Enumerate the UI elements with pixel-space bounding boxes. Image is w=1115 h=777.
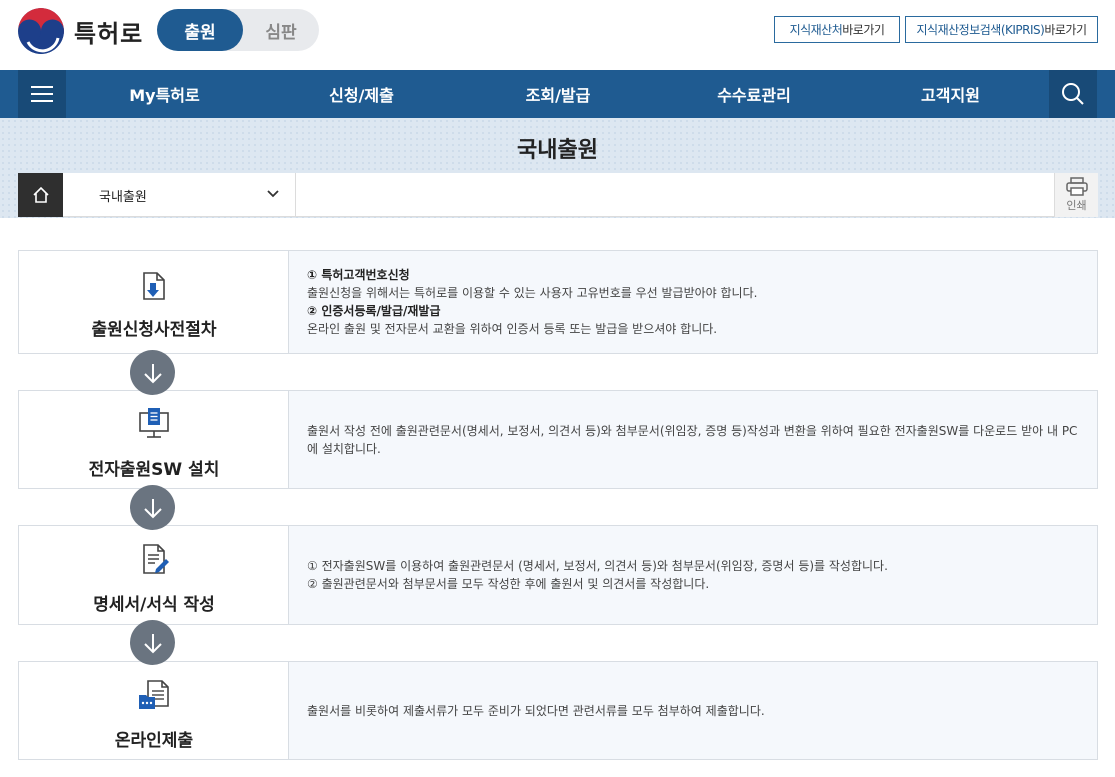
- step-line: 온라인 출원 및 전자문서 교환을 위하여 인증서 등록 또는 발급을 받으셔야…: [307, 322, 718, 336]
- step-description: 출원서를 비롯하여 제출서류가 모두 준비가 되었다면 관련서류를 모두 첨부하…: [289, 662, 1097, 759]
- step-card-pre-procedure: 출원신청사전절차 ① 특허고객번호신청 출원신청을 위해서는 특허로를 이용할 …: [18, 250, 1098, 354]
- nav-apply-submit[interactable]: 신청/제출: [263, 70, 460, 118]
- top-header: 특허로 출원 심판 지식재산처 바로가기 지식재산정보검색(KIPRIS) 바로…: [0, 0, 1115, 70]
- step-card-online-submit: 온라인제출 출원서를 비롯하여 제출서류가 모두 준비가 되었다면 관련서류를 …: [18, 661, 1098, 760]
- arrow-down-icon: [130, 620, 175, 665]
- print-button[interactable]: 인쇄: [1054, 173, 1098, 217]
- step-description: ① 특허고객번호신청 출원신청을 위해서는 특허로를 이용할 수 있는 사용자 …: [289, 251, 1097, 353]
- arrow-down-icon: [130, 485, 175, 530]
- ipo-shortcut-link[interactable]: 지식재산처 바로가기: [774, 16, 900, 43]
- main-nav: My특허로 신청/제출 조회/발급 수수료관리 고객지원: [0, 70, 1115, 118]
- step-description: ① 전자출원SW를 이용하여 출원관련문서 (명세서, 보정서, 의견서 등)와…: [289, 526, 1097, 624]
- ipo-shortcut-rest: 바로가기: [842, 23, 885, 37]
- step-left-panel: 전자출원SW 설치: [19, 391, 289, 488]
- breadcrumb-select[interactable]: 국내출원: [63, 173, 296, 217]
- hamburger-icon: [31, 86, 53, 102]
- breadcrumb: 국내출원 인쇄: [18, 173, 1098, 217]
- arrow-down-icon: [130, 350, 175, 395]
- step-description: 출원서 작성 전에 출원관련문서(명세서, 보정서, 의견서 등)와 첨부문서(…: [289, 391, 1097, 488]
- nav-my-patent[interactable]: My특허로: [66, 70, 263, 118]
- printer-icon: [1065, 177, 1088, 196]
- monitor-document-icon: [19, 407, 289, 441]
- step-line: ② 출원관련문서와 첨부문서를 모두 작성한 후에 출원서 및 의견서를 작성합…: [307, 577, 710, 591]
- home-icon: [32, 186, 49, 203]
- folder-document-icon: [19, 678, 289, 712]
- step-title: 명세서/서식 작성: [93, 595, 215, 615]
- ipo-shortcut-highlight: 지식재산처: [789, 23, 843, 37]
- document-download-icon: [19, 269, 289, 303]
- step-card-spec-write: 명세서/서식 작성 ① 전자출원SW를 이용하여 출원관련문서 (명세서, 보정…: [18, 525, 1098, 625]
- kipris-shortcut-highlight: 지식재산정보검색(KIPRIS): [916, 23, 1045, 37]
- chevron-down-icon: [267, 190, 279, 198]
- print-label: 인쇄: [1066, 199, 1087, 212]
- step-title: 출원신청사전절차: [91, 320, 217, 340]
- kipris-shortcut-link[interactable]: 지식재산정보검색(KIPRIS) 바로가기: [905, 16, 1098, 43]
- breadcrumb-select-label: 국내출원: [99, 189, 147, 205]
- search-button[interactable]: [1049, 70, 1097, 118]
- search-icon: [1062, 83, 1084, 105]
- step-title: 전자출원SW 설치: [88, 460, 220, 480]
- hamburger-menu-button[interactable]: [18, 70, 66, 118]
- step-left-panel: 명세서/서식 작성: [19, 526, 289, 624]
- step-line: 출원신청을 위해서는 특허로를 이용할 수 있는 사용자 고유번호를 우선 발급…: [307, 286, 758, 300]
- nav-inquiry-issue[interactable]: 조회/발급: [460, 70, 656, 118]
- step-card-sw-install: 전자출원SW 설치 출원서 작성 전에 출원관련문서(명세서, 보정서, 의견서…: [18, 390, 1098, 489]
- toggle-trial[interactable]: 심판: [243, 9, 319, 51]
- step-line-bold: ② 인증서등록/발급/재발급: [307, 304, 441, 318]
- toggle-apply[interactable]: 출원: [157, 9, 243, 51]
- document-edit-icon: [19, 542, 289, 576]
- step-line: ① 전자출원SW를 이용하여 출원관련문서 (명세서, 보정서, 의견서 등)와…: [307, 559, 888, 573]
- taegeuk-logo-icon: [18, 8, 64, 54]
- step-title: 온라인제출: [114, 731, 194, 751]
- step-left-panel: 온라인제출: [19, 662, 289, 759]
- home-button[interactable]: [18, 173, 63, 217]
- page-title: 국내출원: [517, 138, 598, 163]
- brand-name: 특허로: [74, 19, 144, 48]
- step-line: 출원서 작성 전에 출원관련문서(명세서, 보정서, 의견서 등)와 첨부문서(…: [307, 423, 1078, 456]
- step-left-panel: 출원신청사전절차: [19, 251, 289, 353]
- nav-fee-management[interactable]: 수수료관리: [656, 70, 852, 118]
- kipris-shortcut-rest: 바로가기: [1044, 23, 1087, 37]
- site-logo[interactable]: 특허로: [18, 8, 143, 54]
- step-line: 출원서를 비롯하여 제출서류가 모두 준비가 되었다면 관련서류를 모두 첨부하…: [307, 703, 765, 718]
- nav-customer-support[interactable]: 고객지원: [852, 70, 1049, 118]
- apply-trial-toggle[interactable]: 출원 심판: [157, 9, 319, 51]
- step-line-bold: ① 특허고객번호신청: [307, 268, 410, 282]
